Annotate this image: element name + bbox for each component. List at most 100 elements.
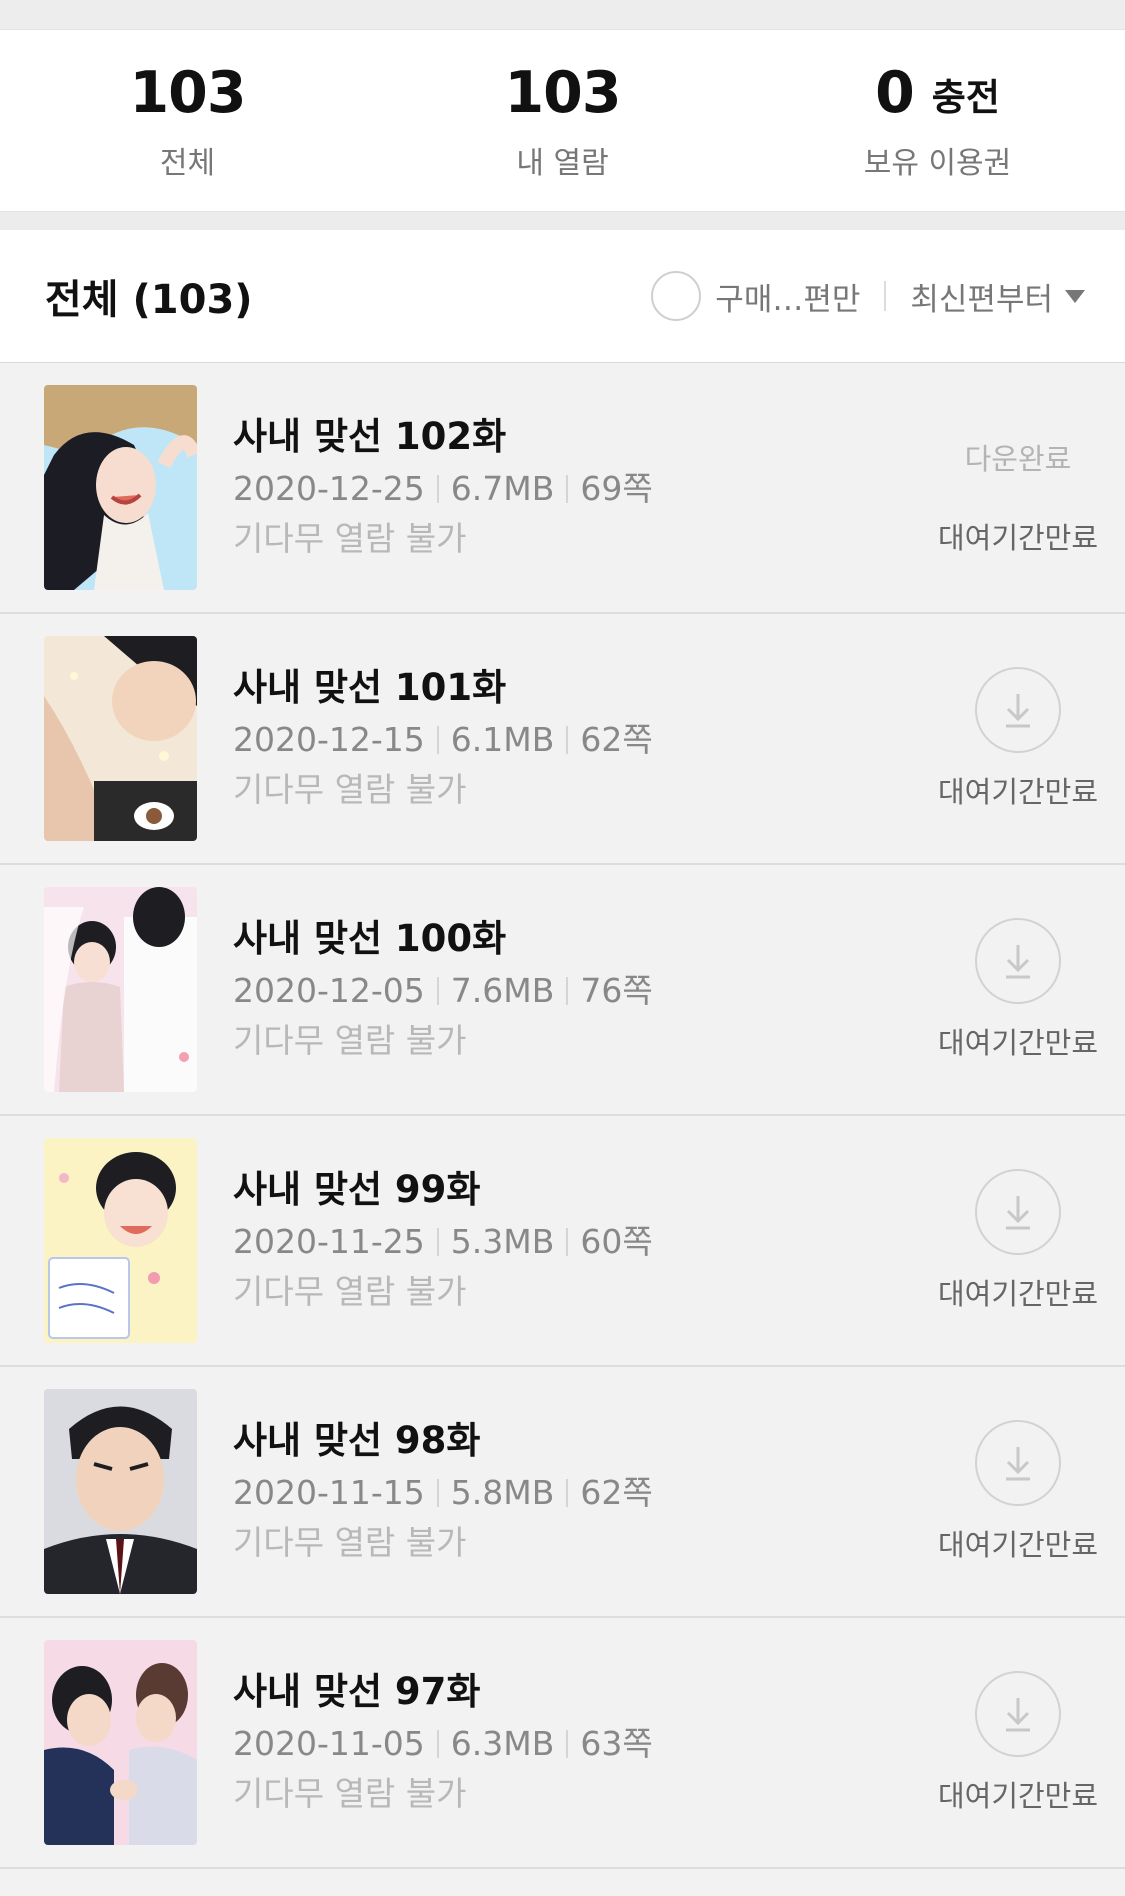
download-icon: [1006, 693, 1030, 727]
episode-pages: 69쪽: [580, 468, 653, 508]
download-button[interactable]: [975, 666, 1061, 753]
episode-thumbnail: [44, 1640, 197, 1845]
episode-size: 5.8MB: [450, 1472, 555, 1512]
stat-tickets-label: 보유 이용권: [863, 145, 1012, 181]
episode-size: 6.1MB: [450, 719, 555, 759]
caret-down-icon[interactable]: [1065, 289, 1085, 303]
library-page: 103 전체 103 내 열람 0 충전 보유 이용권 전체 (103) 구매……: [0, 0, 1125, 1896]
episode-meta: 2020-11-05 6.3MB 63쪽: [233, 1721, 833, 1767]
section-spacer: [0, 211, 1125, 230]
meta-divider: [566, 1729, 569, 1758]
episode-title: 사내 맞선 100화: [233, 916, 507, 960]
stat-total-value: 103: [129, 59, 247, 126]
download-icon: [1006, 944, 1030, 978]
episode-pages: 63쪽: [580, 1723, 653, 1763]
episode-thumbnail: [44, 636, 197, 841]
rental-status: 대여기간만료: [937, 774, 1099, 809]
purchased-only-radio[interactable]: [651, 271, 702, 321]
meta-divider: [566, 474, 569, 503]
download-icon: [1006, 1697, 1030, 1731]
purchased-only-label[interactable]: 구매…편만: [715, 274, 860, 319]
thumbnail-image: [44, 636, 197, 841]
meta-divider: [436, 474, 439, 503]
episode-row[interactable]: 사내 맞선 98화 2020-11-15 5.8MB 62쪽 기다무 열람 불가: [0, 1367, 1125, 1618]
episode-title: 사내 맞선 101화: [233, 665, 507, 709]
episode-pages: 62쪽: [580, 719, 653, 759]
episode-date: 2020-11-25: [233, 1221, 425, 1261]
meta-divider: [566, 725, 569, 754]
episode-meta: 2020-12-05 7.6MB 76쪽: [233, 968, 833, 1014]
rental-status: 대여기간만료: [937, 1276, 1099, 1311]
bottom-spacer: [0, 1869, 1125, 1896]
episode-date: 2020-11-05: [233, 1723, 425, 1763]
episode-size: 6.7MB: [450, 468, 555, 508]
list-controls: 구매…편만 최신편부터: [651, 271, 1085, 321]
download-complete-label: 다운완료: [964, 441, 1072, 476]
episode-date: 2020-12-25: [233, 468, 425, 508]
thumbnail-image: [44, 1640, 197, 1845]
rental-status: 대여기간만료: [937, 1778, 1099, 1813]
sort-dropdown[interactable]: 최신편부터: [910, 274, 1053, 319]
meta-divider: [436, 976, 439, 1005]
list-header: 전체 (103) 구매…편만 최신편부터: [0, 230, 1125, 363]
stats-bar: 103 전체 103 내 열람 0 충전 보유 이용권: [0, 30, 1125, 211]
top-spacer: [0, 0, 1125, 30]
episode-status: 기다무 열람 불가: [233, 1271, 467, 1311]
episode-size: 5.3MB: [450, 1221, 555, 1261]
meta-divider: [436, 1478, 439, 1507]
episode-status: 기다무 열람 불가: [233, 1773, 467, 1813]
episode-status: 기다무 열람 불가: [233, 518, 467, 558]
stat-total[interactable]: 103 전체: [38, 60, 338, 182]
episode-pages: 60쪽: [580, 1221, 653, 1261]
episode-row[interactable]: 사내 맞선 102화 2020-12-25 6.7MB 69쪽 기다무 열람 불…: [0, 363, 1125, 614]
thumbnail-image: [44, 1389, 197, 1594]
episode-status: 기다무 열람 불가: [233, 1020, 467, 1060]
meta-divider: [436, 1227, 439, 1256]
list-title: 전체 (103): [45, 277, 253, 323]
episode-title: 사내 맞선 102화: [233, 414, 507, 458]
episode-title: 사내 맞선 98화: [233, 1418, 481, 1462]
episode-status: 기다무 열람 불가: [233, 769, 467, 809]
stat-tickets-value: 0: [875, 59, 915, 126]
download-button[interactable]: [975, 1168, 1061, 1255]
stat-viewed-label: 내 열람: [516, 145, 609, 181]
episode-pages: 62쪽: [580, 1472, 653, 1512]
episode-title: 사내 맞선 99화: [233, 1167, 481, 1211]
episode-date: 2020-12-05: [233, 970, 425, 1010]
episode-row[interactable]: 사내 맞선 97화 2020-11-05 6.3MB 63쪽 기다무 열람 불가: [0, 1618, 1125, 1869]
download-icon: [1006, 1195, 1030, 1229]
thumbnail-image: [44, 1138, 197, 1343]
episode-meta: 2020-11-15 5.8MB 62쪽: [233, 1470, 833, 1516]
rental-status: 대여기간만료: [937, 1527, 1099, 1562]
stat-tickets: 0 충전 보유 이용권: [788, 60, 1088, 182]
charge-button[interactable]: 충전: [929, 76, 1002, 120]
download-button[interactable]: [975, 1419, 1061, 1506]
meta-divider: [566, 1478, 569, 1507]
download-button[interactable]: [975, 1670, 1061, 1757]
episode-thumbnail: [44, 385, 197, 590]
meta-divider: [436, 725, 439, 754]
episode-title: 사내 맞선 97화: [233, 1669, 481, 1713]
stat-viewed-value: 103: [504, 59, 622, 126]
meta-divider: [436, 1729, 439, 1758]
episode-date: 2020-12-15: [233, 719, 425, 759]
episode-status: 기다무 열람 불가: [233, 1522, 467, 1562]
episode-row[interactable]: 사내 맞선 101화 2020-12-15 6.1MB 62쪽 기다무 열람 불…: [0, 614, 1125, 865]
episode-size: 7.6MB: [450, 970, 555, 1010]
episode-size: 6.3MB: [450, 1723, 555, 1763]
download-icon: [1006, 1446, 1030, 1480]
episode-thumbnail: [44, 1389, 197, 1594]
episode-pages: 76쪽: [580, 970, 653, 1010]
controls-divider: [884, 281, 887, 311]
rental-status: 대여기간만료: [937, 1025, 1099, 1060]
episode-row[interactable]: 사내 맞선 100화 2020-12-05 7.6MB 76쪽 기다무 열람 불…: [0, 865, 1125, 1116]
thumbnail-image: [44, 887, 197, 1092]
episode-thumbnail: [44, 1138, 197, 1343]
stat-total-label: 전체: [159, 145, 216, 181]
download-button[interactable]: [975, 917, 1061, 1004]
thumbnail-image: [44, 385, 197, 590]
episode-row[interactable]: 사내 맞선 99화 2020-11-25 5.3MB 60쪽 기다무 열람 불가: [0, 1116, 1125, 1367]
stat-viewed[interactable]: 103 내 열람: [413, 60, 713, 182]
meta-divider: [566, 1227, 569, 1256]
episode-meta: 2020-12-25 6.7MB 69쪽: [233, 466, 833, 512]
